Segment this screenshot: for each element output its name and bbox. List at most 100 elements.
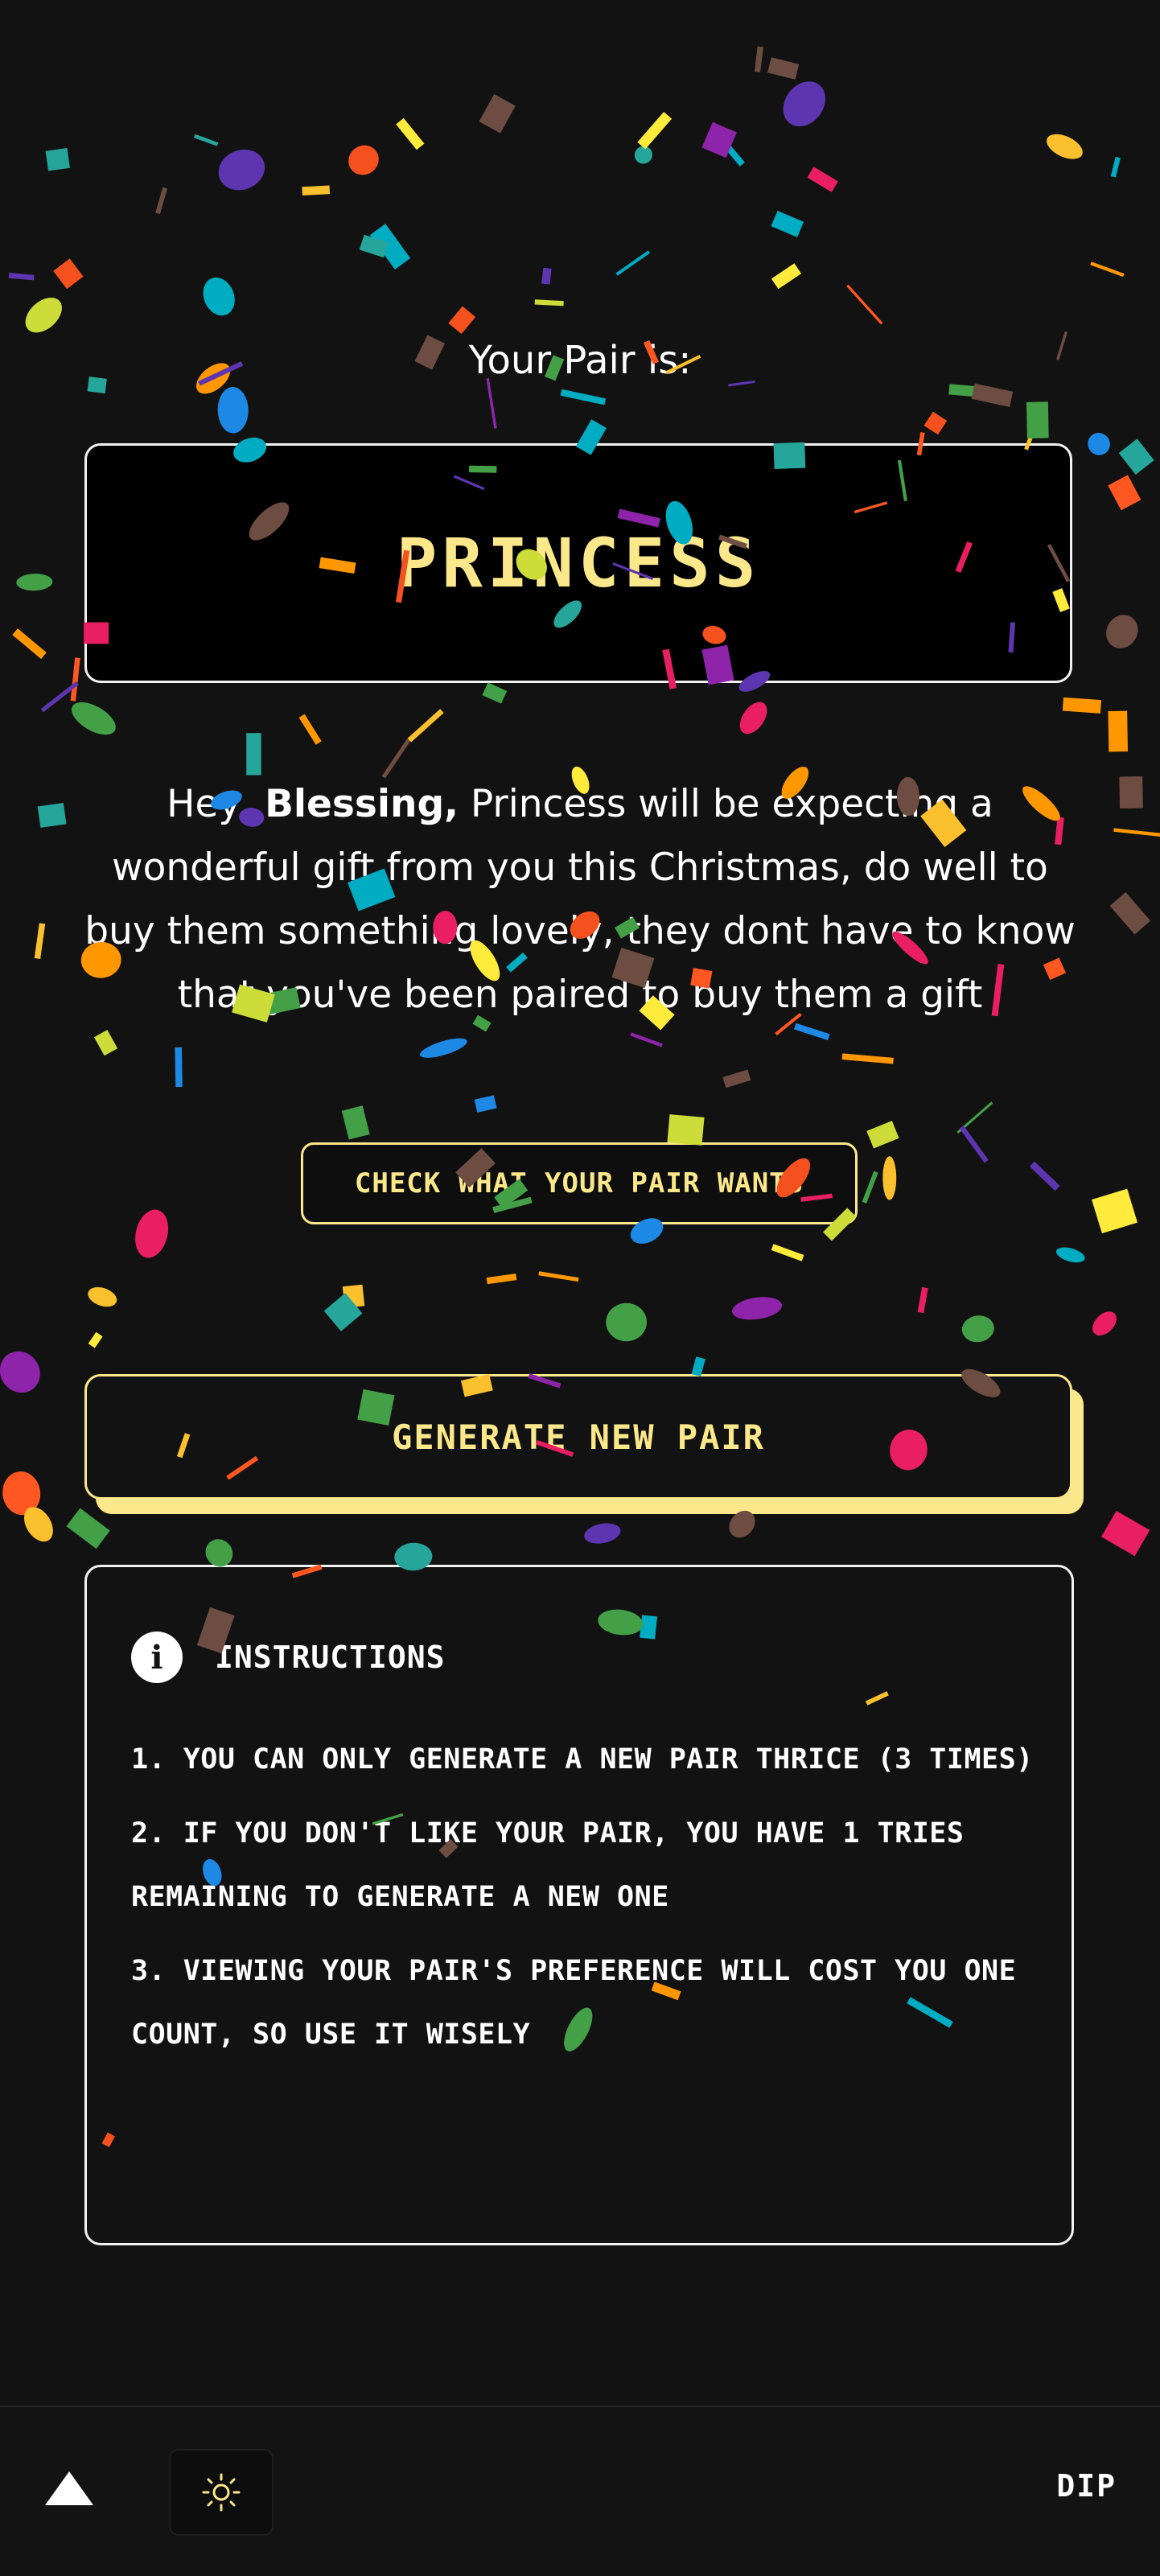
confetti-piece [12,628,47,660]
confetti-piece [342,1284,365,1308]
confetti-piece [1055,1247,1085,1263]
confetti-piece [72,702,116,735]
instructions-card: i INSTRUCTIONS 1. YOU CAN ONLY GENERATE … [84,1565,1074,2245]
confetti-piece [956,1101,993,1134]
confetti-piece [1026,401,1049,438]
confetti-piece [37,803,67,828]
confetti-piece [1108,710,1129,752]
generate-new-pair-button[interactable]: GENERATE NEW PAIR [84,1374,1072,1500]
confetti-piece [1113,828,1160,837]
confetti-piece [45,148,70,171]
confetti-piece [1118,438,1154,475]
confetti-piece [634,146,652,164]
confetti-piece [717,135,745,167]
confetti-piece [298,714,322,745]
confetti-piece [771,263,802,290]
confetti-piece [722,1069,751,1088]
pair-message: Hey, Blessing, Princess will be expectin… [80,772,1080,1027]
confetti-piece [369,224,411,270]
confetti-piece [40,681,79,713]
confetti-piece [948,384,974,397]
message-greeting: Hey, [167,782,253,826]
pair-name: PRINCESS [396,524,761,603]
confetti-piece [407,709,444,743]
confetti-piece [53,258,84,290]
confetti-piece [88,1286,117,1307]
confetti-piece [1119,776,1143,809]
confetti-piece [1088,433,1110,455]
confetti-piece [486,378,497,429]
confetti-piece [1047,134,1083,159]
confetti-piece [637,111,673,150]
confetti-piece [448,306,476,335]
confetti-piece [1109,891,1151,935]
confetti-piece [862,1171,878,1204]
confetti-piece [701,121,737,158]
confetti-piece [917,1286,928,1314]
confetti-piece [348,145,379,175]
confetti-piece [1062,697,1102,714]
confetti-piece [1090,261,1125,278]
confetti-piece [302,185,331,195]
confetti-piece [882,1156,897,1200]
message-user-name: Blessing, [265,782,459,826]
confetti-piece [1092,1188,1138,1234]
brand-text[interactable]: DIP [1056,2468,1117,2504]
triangle-logo-icon[interactable] [45,2471,93,2505]
confetti-piece [479,93,516,134]
instructions-list: 1. YOU CAN ONLY GENERATE A NEW PAIR THRI… [131,1728,1040,2077]
confetti-piece [203,277,235,316]
confetti-piece [1029,1161,1060,1191]
confetti-piece [667,1114,705,1146]
confetti-piece [482,682,508,704]
pair-name-card: PRINCESS [84,443,1072,683]
confetti-piece [606,1302,648,1342]
confetti-piece [739,702,767,735]
confetti-piece [135,1209,169,1258]
confetti-piece [359,234,389,258]
confetti-piece [771,1244,804,1261]
confetti-piece [323,1293,363,1331]
confetti-piece [1108,475,1141,511]
confetti-piece [807,167,838,192]
confetti-piece [866,1121,899,1149]
confetti-piece [961,1315,994,1343]
check-pair-wants-button[interactable]: CHECK WHAT YOUR PAIR WANTS [301,1142,858,1224]
confetti-piece [70,657,80,702]
confetti-piece [420,1038,467,1058]
confetti-piece [754,46,763,72]
theme-toggle-button[interactable] [169,2449,274,2536]
confetti-piece [217,387,249,434]
confetti-piece [615,250,651,276]
confetti-piece [560,389,607,405]
generate-new-pair-wrapper: GENERATE NEW PAIR [84,1374,1085,1519]
confetti-piece [246,733,261,776]
confetti-piece [2,1471,41,1516]
pair-heading: Your Pair is: [468,338,692,383]
instruction-item: 2. IF YOU DON'T LIKE YOUR PAIR, YOU HAVE… [131,1817,965,1913]
confetti-piece [959,1125,989,1163]
confetti-piece [971,383,1014,407]
instruction-item: 3. VIEWING YOUR PAIR'S PREFERENCE WILL C… [131,1955,1017,2051]
confetti-piece [218,149,265,191]
info-icon: i [131,1632,183,1683]
confetti-piece [88,1331,103,1348]
sun-icon [202,2473,241,2512]
confetti-piece [771,210,804,237]
confetti-piece [767,57,800,80]
confetti-piece [1106,615,1138,648]
confetti-piece [1110,156,1121,178]
confetti-piece [474,1095,497,1113]
confetti-piece [396,117,425,150]
confetti-piece [23,1507,53,1542]
confetti-piece [541,267,552,285]
confetti-piece [8,273,35,281]
instructions-header: i INSTRUCTIONS [131,1632,446,1683]
confetti-piece [630,1032,663,1047]
confetti-piece [584,1523,621,1544]
confetti-piece [534,299,564,307]
confetti-piece [193,134,219,146]
confetti-piece [155,187,168,215]
confetti-piece [34,923,46,959]
confetti-piece [732,1297,783,1320]
